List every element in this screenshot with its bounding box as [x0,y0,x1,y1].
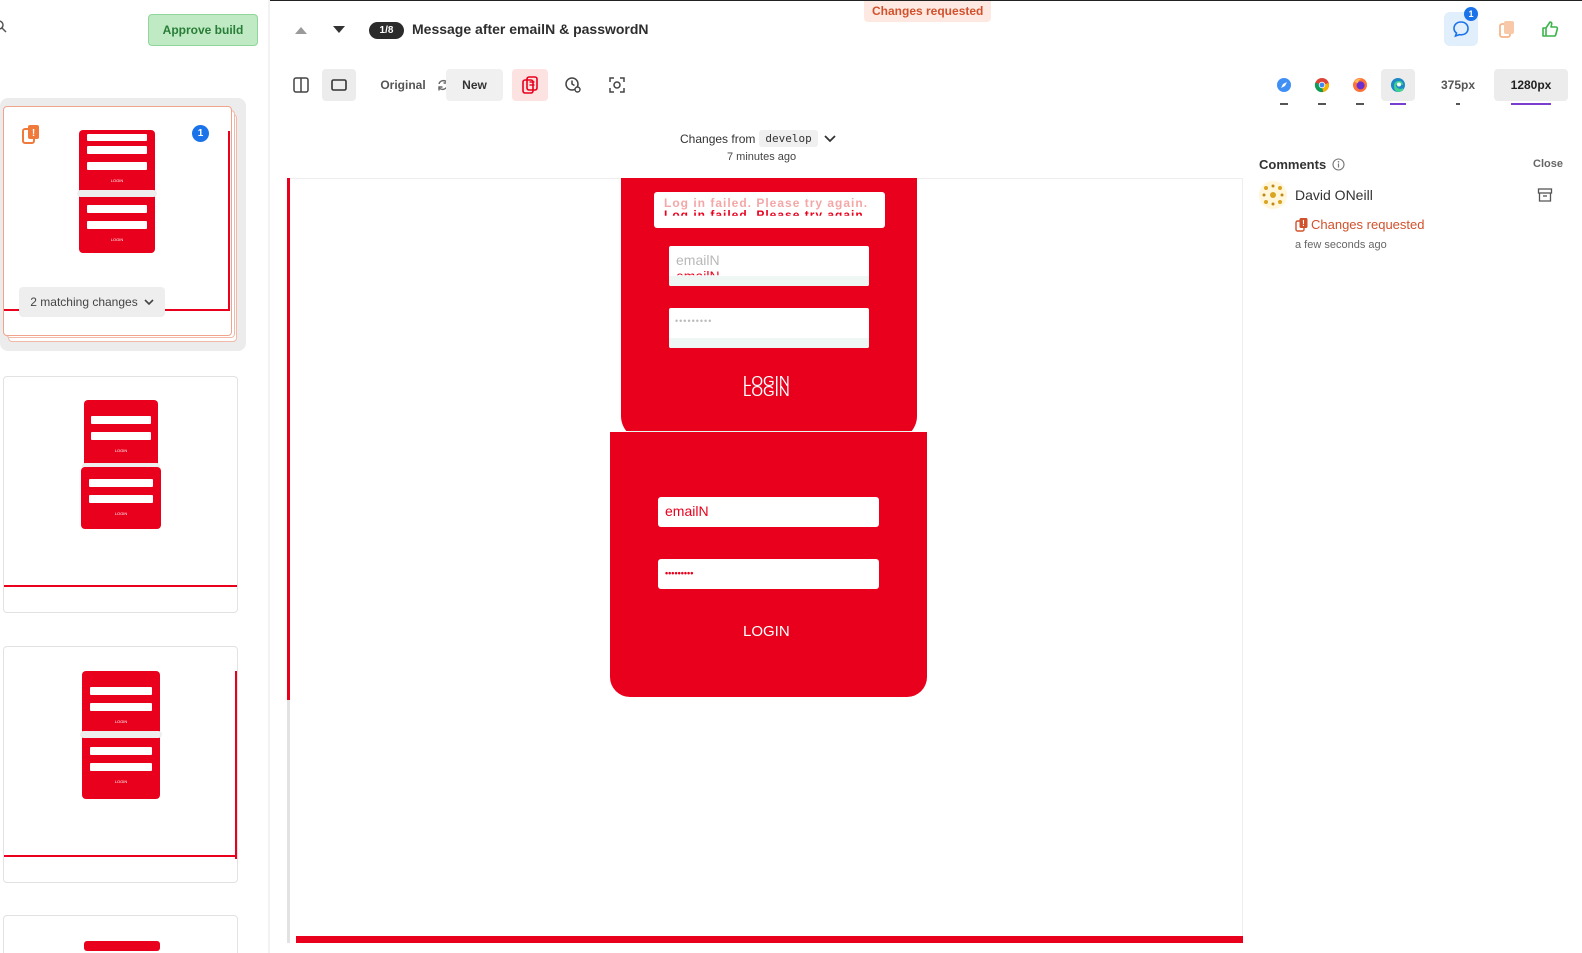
avatar [1259,181,1287,209]
comment-status-label: Changes requested [1311,217,1425,232]
safari-icon [1277,78,1291,92]
browser-edge-tab[interactable] [1381,69,1415,105]
original-toggle[interactable]: Original [378,69,428,101]
thumbnail-diff-edge [228,131,230,311]
snapshot-thumbnail[interactable]: LOGIN LOGIN [3,646,238,883]
email-field-previous: emailN emailN [669,246,869,286]
focus-icon [609,77,625,93]
email-field-new: emailN [658,497,879,527]
approve-build-button[interactable]: Approve build [148,14,258,46]
changes-from-label: Changes from [680,131,756,146]
diff-indicator-icon: ! [22,125,39,144]
comment-count-badge: 1 [1464,7,1478,21]
chrome-icon [1314,78,1329,93]
thumbs-up-icon [1542,21,1559,37]
firefox-icon [1353,78,1367,92]
new-toggle[interactable]: New [446,69,503,101]
previous-snapshot-button[interactable] [293,24,309,36]
avatar-pattern-icon [1259,181,1287,209]
thumbnail-form: LOGIN LOGIN [80,671,162,799]
matching-changes-label: 2 matching changes [30,295,138,309]
error-message: Log in failed. Please try again. [664,196,869,210]
changes-from-info: Changes from develop [680,130,838,147]
split-view-icon [293,77,309,93]
diff-edge-left [287,178,290,700]
comment-author: David ONeill [1295,187,1373,203]
snapshot-sidebar: Approve build LOGIN LOGIN ! 1 2 matching… [0,0,270,953]
baseline-history-button[interactable] [556,69,590,101]
edge-icon [1391,78,1405,92]
error-message-diff: Log in failed. Please try again. [664,208,869,222]
history-icon [565,77,581,93]
base-branch: develop [759,130,818,147]
diff-edge-bottom [296,936,1243,943]
next-snapshot-button[interactable] [331,24,347,36]
thumbnail-form: LOGIN [81,467,161,529]
snapshot-counter: 1/8 [369,22,404,39]
error-message-box: Log in failed. Please try again. Log in … [654,192,885,228]
comment-timestamp: a few seconds ago [1295,239,1387,251]
thumbnail-form [84,941,160,951]
comment-status: ! Changes requested [1295,217,1424,232]
thumbnail-diff-edge [4,585,237,587]
viewport-label: 1280px [1510,78,1552,92]
comments-title: Comments [1259,157,1327,172]
snapshot-thumbnail[interactable]: LOGIN LOGIN [3,376,238,613]
browser-firefox-tab[interactable] [1343,69,1377,105]
email-value: emailN [665,503,709,519]
thumbnail-form: LOGIN [84,400,158,468]
password-mask: ••••••••• [665,568,694,578]
viewport-375-tab[interactable]: 375px [1432,69,1484,105]
single-view-button[interactable] [322,69,356,101]
password-field-new: ••••••••• [658,559,879,589]
svg-text:!: ! [1302,219,1305,228]
sidebar-scrollbar[interactable] [268,0,270,953]
password-field-previous: ••••••••• [669,308,869,348]
matching-changes-button[interactable]: 2 matching changes [19,287,165,317]
changes-requested-icon: ! [1295,218,1308,232]
changes-icon [1499,21,1514,38]
browser-safari-tab[interactable] [1267,69,1301,105]
browser-chrome-tab[interactable] [1305,69,1339,105]
search-icon[interactable] [0,20,8,34]
comments-toggle-button[interactable]: 1 [1444,7,1478,46]
viewport-1280-tab[interactable]: 1280px [1494,69,1568,105]
snapshot-thumbnail[interactable] [3,915,238,953]
approve-snapshot-button[interactable] [1533,12,1567,46]
comments-panel-title: Comments [1259,157,1345,172]
status-badge: Changes requested [864,1,992,22]
comparison-timestamp: 7 minutes ago [727,151,797,163]
login-button-new: LOGIN [743,623,790,640]
comment-count-badge: 1 [192,125,209,142]
archive-icon[interactable] [1537,187,1553,203]
thumbnail-diff-edge [235,671,237,859]
info-icon[interactable] [1332,158,1345,171]
chevron-down-icon [144,299,154,306]
login-button-diff: LOGIN [743,383,790,400]
thumbnail-diff-edge [4,855,237,857]
page-title: Message after emailN & passwordN [412,21,649,37]
canvas-edge-left [287,700,290,943]
focus-diff-button[interactable] [600,69,634,101]
diff-icon [522,76,538,94]
viewport-label: 375px [1440,78,1476,92]
comment-icon [1453,21,1469,38]
thumbnail-form: LOGIN LOGIN [77,130,157,253]
email-placeholder: emailN [676,252,720,268]
chevron-down-icon[interactable] [822,134,838,144]
single-view-icon [331,79,347,91]
diff-toggle-button[interactable] [512,69,548,101]
request-changes-button[interactable] [1490,12,1524,46]
password-mask-previous: ••••••••• [675,316,713,326]
svg-text:!: ! [32,128,35,139]
close-comments-button[interactable]: Close [1533,158,1563,170]
split-view-button[interactable] [284,69,318,101]
